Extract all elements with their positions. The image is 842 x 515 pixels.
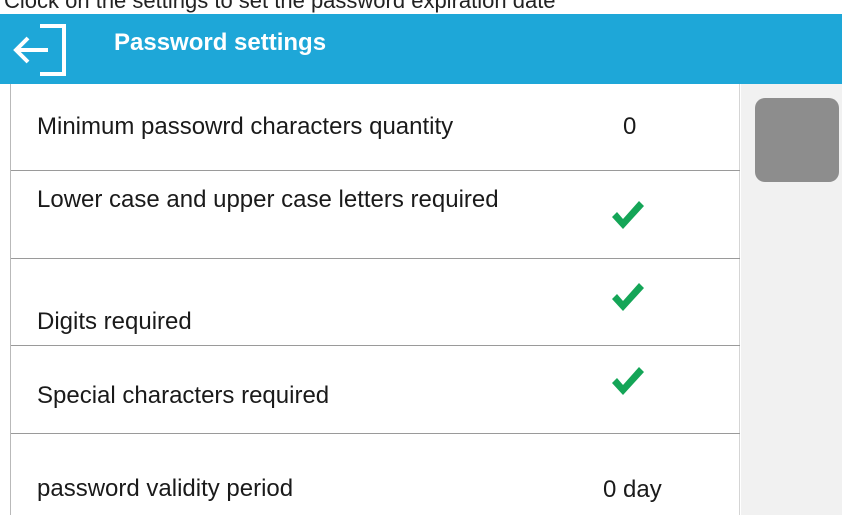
checkmark-icon xyxy=(612,201,644,229)
settings-row-label: password validity period xyxy=(37,475,294,502)
settings-row-special-characters[interactable]: Special characters required xyxy=(11,346,740,434)
settings-row-value: 0 xyxy=(623,113,637,140)
settings-row-label: Lower case and upper case letters requir… xyxy=(37,186,499,213)
settings-row-label: Minimum passowrd characters quantity xyxy=(37,113,454,140)
top-instruction-text: Clock on the settings to set the passwor… xyxy=(4,0,556,13)
scrollbar-thumb[interactable] xyxy=(755,98,839,182)
settings-row-validity-period[interactable]: password validity period 0 day xyxy=(11,434,740,515)
settings-row-label: Digits required xyxy=(37,308,192,335)
settings-row-digits[interactable]: Digits required xyxy=(11,259,740,346)
top-instruction-strip: Clock on the settings to set the passwor… xyxy=(0,0,842,14)
settings-row-case-letters[interactable]: Lower case and upper case letters requir… xyxy=(11,171,740,259)
settings-row-min-characters[interactable]: Minimum passowrd characters quantity 0 xyxy=(11,84,740,171)
settings-list: Minimum passowrd characters quantity 0 L… xyxy=(10,84,740,515)
checkmark-icon xyxy=(612,367,644,395)
settings-row-value: 0 day xyxy=(603,476,662,503)
settings-row-label: Special characters required xyxy=(37,382,330,409)
header-bar: Password settings xyxy=(0,14,842,84)
checkmark-icon xyxy=(612,283,644,311)
page-title: Password settings xyxy=(114,29,327,56)
exit-arrow-icon xyxy=(13,24,66,76)
back-button[interactable] xyxy=(10,22,74,78)
